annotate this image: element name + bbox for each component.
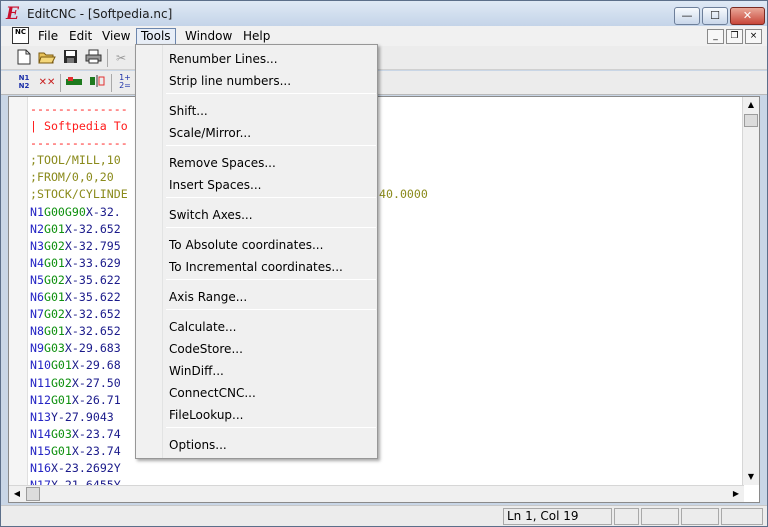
save-icon[interactable] (61, 49, 79, 67)
menu-separator (166, 145, 376, 146)
editor-gutter (9, 97, 28, 485)
menu-edit[interactable]: Edit (64, 28, 97, 45)
tools-menu-item[interactable]: Remove Spaces... (169, 153, 369, 173)
horizontal-scroll-thumb[interactable] (26, 487, 40, 501)
tools-menu-item[interactable]: Options... (169, 435, 369, 455)
shift-icon[interactable] (65, 74, 83, 92)
tools-menu-item[interactable]: CodeStore... (169, 339, 369, 359)
status-panel (681, 508, 719, 525)
tools-dropdown-menu: Renumber Lines... Strip line numbers... Sh… (135, 44, 378, 459)
strip-numbers-icon[interactable]: ✕✕ (38, 74, 56, 92)
menu-view[interactable]: View (97, 28, 135, 45)
menu-help[interactable]: Help (238, 28, 275, 45)
tools-menu-item[interactable]: FileLookup... (169, 405, 369, 425)
close-button[interactable]: ✕ (730, 7, 765, 25)
cut-icon[interactable]: ✂ (112, 49, 130, 67)
menu-separator (166, 309, 376, 310)
tools-menu-item[interactable]: ConnectCNC... (169, 383, 369, 403)
window-title: EditCNC - [Softpedia.nc] (27, 7, 173, 21)
vertical-scrollbar[interactable]: ▲ ▼ (742, 97, 759, 485)
mirror-icon[interactable] (88, 74, 106, 92)
minimize-button[interactable]: — (674, 7, 700, 25)
open-folder-icon[interactable] (38, 49, 56, 67)
document-restore-button[interactable]: ❐ (726, 29, 743, 44)
toolbar-separator (111, 74, 112, 92)
tools-menu-item[interactable]: Scale/Mirror... (169, 123, 369, 143)
menu-icon-strip (136, 45, 163, 458)
new-file-icon[interactable] (15, 49, 33, 67)
maximize-button[interactable]: ☐ (702, 7, 728, 25)
menu-separator (166, 279, 376, 280)
menu-separator (166, 227, 376, 228)
vertical-scroll-thumb[interactable] (744, 114, 758, 127)
tools-menu-item[interactable]: Shift... (169, 101, 369, 121)
tools-menu-item[interactable]: Switch Axes... (169, 205, 369, 225)
menu-separator (166, 197, 376, 198)
tools-toolbar: N1 N2 ✕✕ 1+ 2= (1, 71, 767, 95)
menu-separator (166, 93, 376, 94)
calculate-icon[interactable]: 1+ 2= (116, 74, 134, 92)
cursor-position: Ln 1, Col 19 (503, 508, 612, 525)
horizontal-scrollbar[interactable]: ◀ ▶ (9, 485, 744, 502)
toolbar-separator (107, 49, 108, 67)
tools-menu-item[interactable]: To Incremental coordinates... (169, 257, 369, 277)
menu-file[interactable]: File (33, 28, 63, 45)
menu-tools[interactable]: Tools (136, 28, 176, 45)
document-close-button[interactable]: × (745, 29, 762, 44)
status-panel (641, 508, 679, 525)
app-logo-icon: E (6, 4, 19, 24)
status-panel (721, 508, 763, 525)
tools-menu-item[interactable]: Insert Spaces... (169, 175, 369, 195)
print-icon[interactable] (84, 49, 102, 67)
tools-menu-item[interactable]: Axis Range... (169, 287, 369, 307)
renumber-icon[interactable]: N1 N2 (15, 74, 33, 92)
scroll-up-icon[interactable]: ▲ (743, 97, 759, 113)
status-bar: Ln 1, Col 19 (1, 505, 767, 526)
scroll-down-icon[interactable]: ▼ (743, 469, 759, 485)
tools-menu-item[interactable]: Renumber Lines... (169, 49, 369, 69)
code-editor[interactable]: -------------- | Softpedia To ------------… (8, 96, 760, 503)
tools-menu-item[interactable]: To Absolute coordinates... (169, 235, 369, 255)
tools-menu-item[interactable]: Strip line numbers... (169, 71, 369, 91)
tools-menu-item[interactable]: Calculate... (169, 317, 369, 337)
menu-separator (166, 427, 376, 428)
code-line[interactable]: N16X-23.2692Y (30, 460, 428, 477)
scroll-left-icon[interactable]: ◀ (9, 486, 25, 502)
document-system-menu-icon[interactable]: NC (12, 27, 29, 44)
toolbar-separator (60, 74, 61, 92)
scroll-right-icon[interactable]: ▶ (728, 486, 744, 502)
tools-menu-item[interactable]: WinDiff... (169, 361, 369, 381)
status-panel (614, 508, 639, 525)
title-bar[interactable]: E EditCNC - [Softpedia.nc] — ☐ ✕ (1, 1, 767, 27)
menu-window[interactable]: Window (180, 28, 237, 45)
menu-bar: NC File Edit View Tools Window Help _ ❐ … (1, 26, 767, 46)
standard-toolbar: ✂ (1, 46, 767, 70)
editcnc-window: E EditCNC - [Softpedia.nc] — ☐ ✕ NC File… (0, 0, 768, 527)
document-minimize-button[interactable]: _ (707, 29, 724, 44)
